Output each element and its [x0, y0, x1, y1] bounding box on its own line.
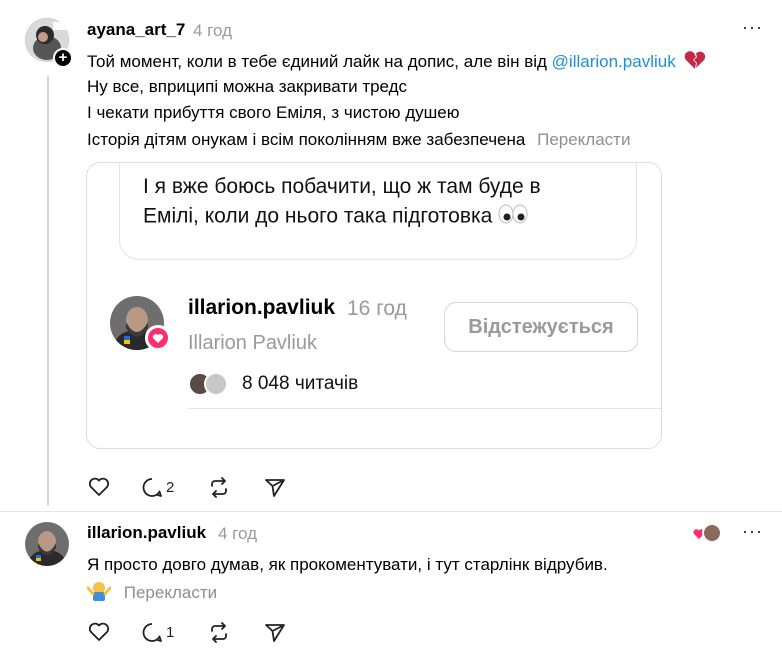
post-line-1: Той момент, коли в тебе єдиний лайк на д… — [87, 50, 706, 75]
comment-icon — [142, 623, 162, 642]
post-line-2: Ну все, вприципі можна закривати тредс — [87, 77, 408, 96]
plus-badge-icon[interactable]: + — [53, 48, 73, 68]
broken-heart-icon — [684, 50, 706, 75]
reply-avatar[interactable] — [25, 522, 69, 566]
heart-icon — [88, 477, 110, 496]
profile-card-full-name: Illarion Pavliuk — [188, 332, 317, 354]
reply-username[interactable]: illarion.pavliuk — [87, 523, 206, 543]
profile-card-time: 16 год — [347, 297, 407, 320]
repost-icon — [211, 622, 227, 643]
reply-comment-button[interactable]: 1 — [141, 622, 174, 643]
post-line-1-text: Той момент, коли в тебе єдиний лайк на д… — [87, 51, 552, 71]
shrug-emoji — [86, 580, 112, 607]
reply-translate-link[interactable]: Перекласти — [124, 583, 217, 602]
reply-translate-row: Перекласти — [86, 580, 217, 607]
post-line-3: І чекати прибуття свого Еміля, з чистою … — [87, 103, 460, 122]
like-button[interactable] — [88, 477, 110, 497]
heart-icon — [88, 622, 110, 641]
profile-card-username[interactable]: illarion.pavliuk — [188, 296, 335, 320]
comment-count: 2 — [166, 479, 175, 496]
reply-more-icon[interactable]: ··· — [742, 522, 763, 540]
comment-icon — [142, 478, 162, 497]
share-icon — [265, 624, 285, 642]
card-divider — [188, 408, 661, 409]
reply-like-button[interactable] — [88, 622, 110, 642]
reader-avatar-2 — [204, 372, 228, 396]
eyes-emoji — [498, 204, 528, 230]
readers-count: 8 048 читачів — [242, 373, 359, 394]
share-button[interactable] — [264, 477, 286, 498]
thread-line — [47, 76, 49, 506]
quote-card[interactable]: І я вже боюсь побачити, що ж там буде в … — [86, 162, 662, 449]
repost-icon — [211, 477, 227, 498]
mention-link[interactable]: @illarion.pavliuk — [552, 52, 676, 71]
more-icon[interactable]: ··· — [742, 18, 763, 36]
quoted-text-line-2: Емілі, коли до нього така підготовка — [143, 204, 528, 230]
comment-button[interactable]: 2 — [141, 477, 174, 498]
translate-link[interactable]: Перекласти — [537, 130, 630, 149]
post-divider — [0, 511, 782, 512]
liked-by-author-badge — [692, 523, 722, 543]
repost-button[interactable] — [208, 477, 230, 498]
post-line-4: Історія дітям онукам і всім поколінням в… — [87, 130, 630, 150]
post-time[interactable]: 4 год — [193, 21, 232, 41]
like-badge-icon — [145, 325, 171, 351]
reply-repost-button[interactable] — [208, 622, 230, 643]
reply-text: Я просто довго думав, як прокоментувати,… — [87, 555, 608, 574]
share-icon — [265, 479, 285, 497]
following-button[interactable]: Відстежується — [444, 302, 638, 352]
quoted-text-line-1: І я вже боюсь побачити, що ж там буде в — [143, 175, 541, 198]
reply-time[interactable]: 4 год — [218, 524, 257, 544]
post-username[interactable]: ayana_art_7 — [87, 20, 185, 40]
post-line-4-text: Історія дітям онукам і всім поколінням в… — [87, 130, 526, 149]
reader-avatars — [188, 372, 232, 398]
reply-share-button[interactable] — [264, 622, 286, 643]
reply-comment-count: 1 — [166, 624, 175, 641]
quoted-text-line-2-text: Емілі, коли до нього така підготовка — [143, 204, 493, 228]
